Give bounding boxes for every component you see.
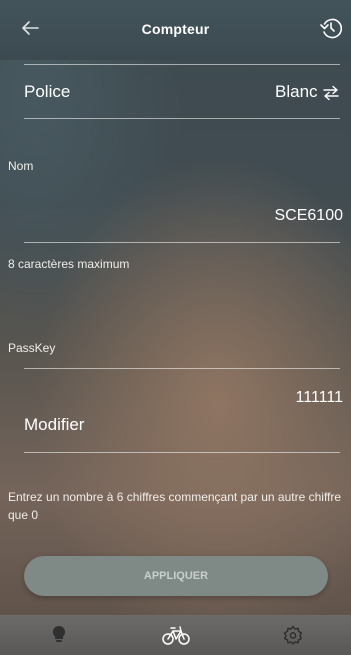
swap-arrows-icon[interactable] bbox=[322, 85, 340, 101]
nav-item-light[interactable] bbox=[0, 615, 117, 655]
modifier-hint: Entrez un nombre à 6 chiffres commençant… bbox=[8, 490, 342, 522]
divider bbox=[24, 368, 340, 369]
apply-button[interactable]: APPLIQUER bbox=[24, 556, 328, 596]
passkey-input[interactable]: 111111 bbox=[296, 389, 343, 407]
lightbulb-icon bbox=[52, 625, 65, 642]
divider bbox=[24, 118, 340, 119]
page-title: Compteur bbox=[141, 21, 210, 37]
modifier-label[interactable]: Modifier bbox=[24, 415, 84, 435]
divider bbox=[24, 64, 340, 65]
nav-item-settings[interactable] bbox=[234, 615, 351, 655]
bottom-nav bbox=[0, 615, 351, 655]
nom-input[interactable]: SCE6100 bbox=[275, 207, 344, 225]
app-header: Compteur bbox=[0, 0, 351, 60]
nav-item-bike[interactable] bbox=[117, 615, 234, 655]
history-icon[interactable] bbox=[318, 15, 344, 41]
gear-icon bbox=[283, 625, 302, 645]
police-value[interactable]: Blanc bbox=[275, 82, 318, 102]
nom-underline bbox=[24, 242, 340, 243]
nom-label: Nom bbox=[8, 159, 34, 173]
police-label: Police bbox=[24, 82, 71, 101]
divider bbox=[24, 452, 340, 453]
bicycle-icon bbox=[161, 626, 190, 645]
passkey-label: PassKey bbox=[8, 341, 56, 355]
nom-helper-text: 8 caractères maximum bbox=[8, 257, 130, 271]
